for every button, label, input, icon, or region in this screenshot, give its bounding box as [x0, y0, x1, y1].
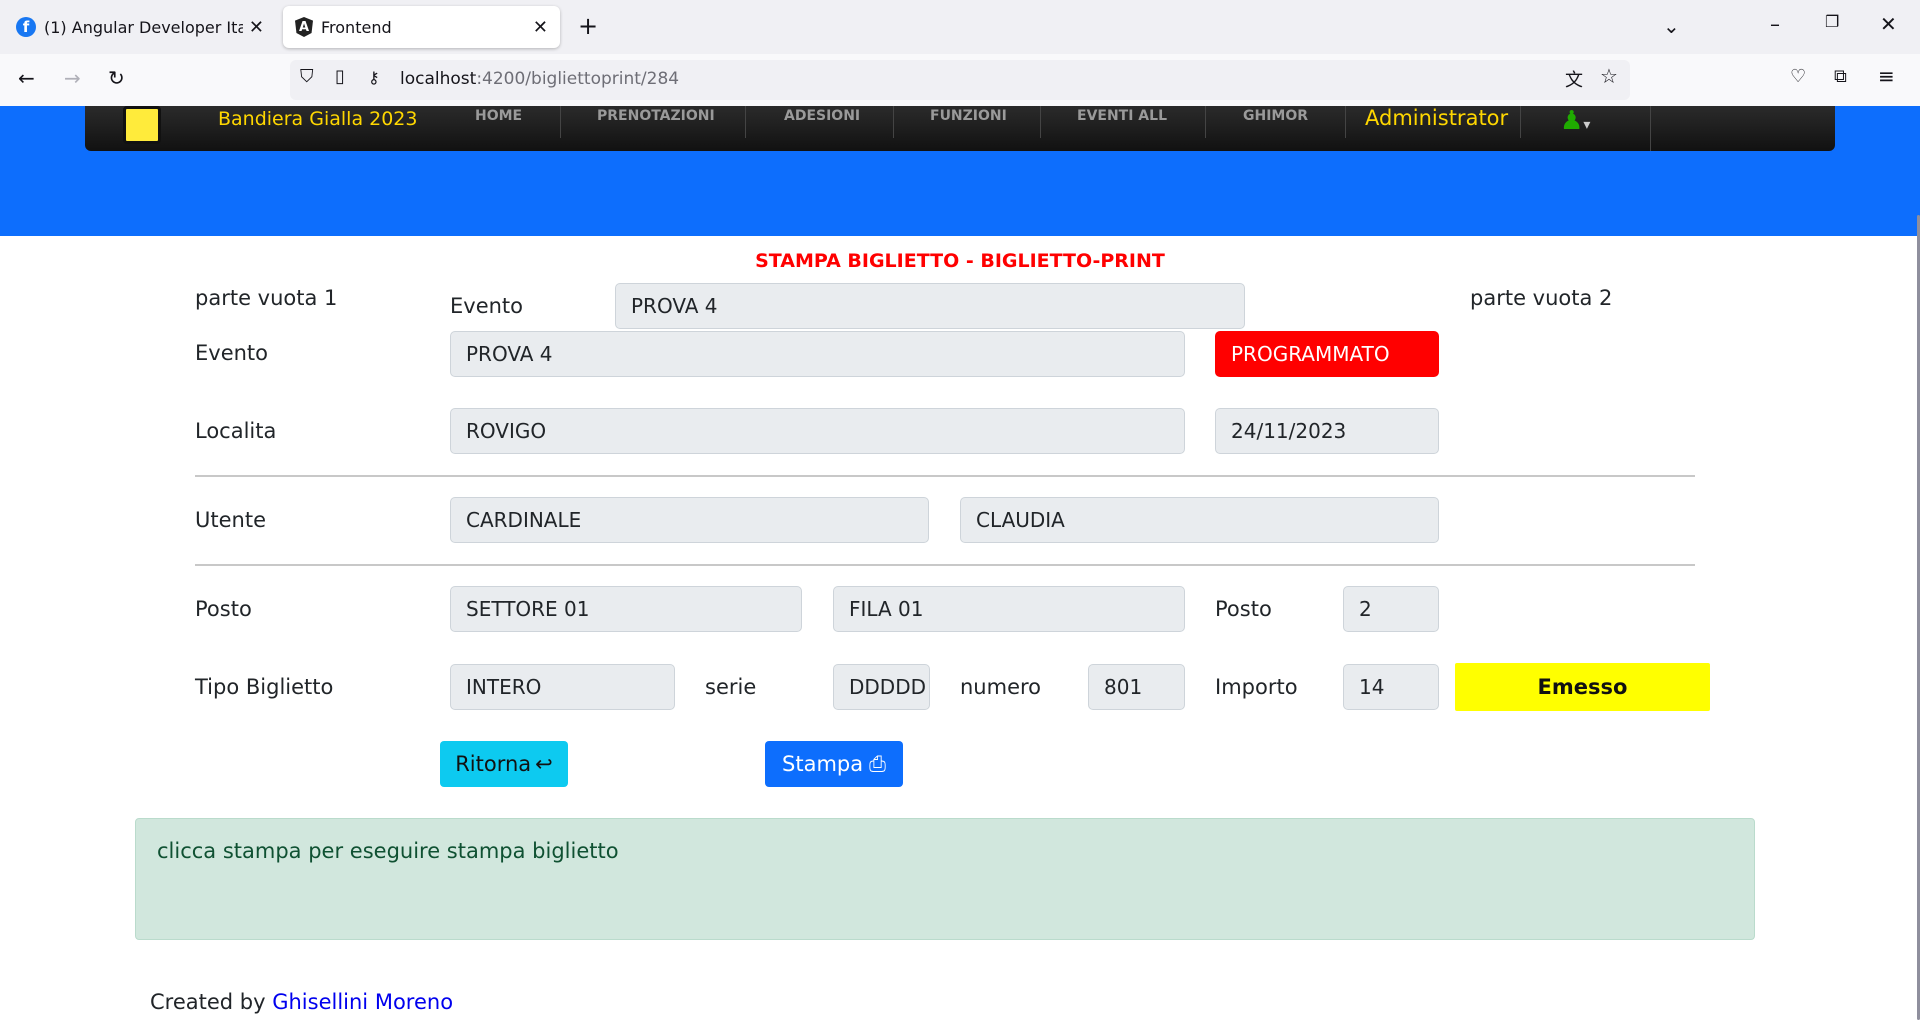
nav-separator: [560, 106, 561, 138]
evento-field[interactable]: PROVA 4: [450, 331, 1185, 377]
back-icon[interactable]: ←: [18, 66, 35, 90]
browser-nav-bar: ← → ↻ ⛉ ▯ ⚷ localhost:4200/bigliettoprin…: [0, 54, 1920, 107]
footer: Created by Ghisellini Moreno: [150, 990, 453, 1014]
url-host: localhost: [400, 69, 477, 89]
divider: [195, 475, 1695, 477]
facebook-icon: f: [16, 17, 36, 37]
date-field[interactable]: 24/11/2023: [1215, 408, 1439, 454]
fila-field[interactable]: FILA 01: [833, 586, 1185, 632]
ticket-status-badge: Emesso: [1455, 663, 1710, 711]
nav-separator: [1040, 106, 1041, 138]
reload-icon[interactable]: ↻: [108, 66, 125, 90]
key-icon[interactable]: ⚷: [368, 68, 380, 87]
page-icon[interactable]: ▯: [335, 66, 345, 87]
ritorna-button[interactable]: Ritorna ↩: [440, 741, 568, 787]
nav-prenotazioni[interactable]: PRENOTAZIONI: [597, 108, 715, 124]
importo-label: Importo: [1215, 675, 1298, 699]
divider: [195, 564, 1695, 566]
new-tab-icon[interactable]: +: [578, 12, 598, 40]
nav-separator: [745, 106, 746, 138]
evento-top-label: Evento: [450, 294, 524, 318]
numero-field[interactable]: 801: [1088, 664, 1185, 710]
utente-label: Utente: [195, 508, 266, 532]
tab-label: Frontend: [321, 17, 392, 37]
author-link[interactable]: Ghisellini Moreno: [272, 990, 453, 1014]
event-status-badge: PROGRAMMATO: [1215, 331, 1439, 377]
window-close-icon[interactable]: ✕: [1880, 12, 1897, 36]
tipo-biglietto-label: Tipo Biglietto: [195, 675, 334, 699]
info-alert: clicca stampa per eseguire stampa biglie…: [135, 818, 1755, 940]
serie-label: serie: [705, 675, 757, 699]
evento-label: Evento: [195, 341, 269, 365]
angular-icon: A: [295, 17, 313, 37]
print-icon: ⎙: [869, 751, 886, 776]
forward-icon[interactable]: →: [64, 66, 81, 90]
nav-separator: [1345, 106, 1346, 138]
url-text[interactable]: localhost:4200/bigliettoprint/284: [400, 69, 679, 89]
app-brand[interactable]: Bandiera Gialla 2023: [218, 108, 417, 130]
localita-field[interactable]: ROVIGO: [450, 408, 1185, 454]
stampa-label: Stampa: [782, 752, 864, 776]
pocket-icon[interactable]: ♡: [1790, 66, 1806, 87]
tab-facebook[interactable]: f (1) Angular Developer Italiani | ✕: [4, 6, 276, 48]
page-title: STAMPA BIGLIETTO - BIGLIETTO-PRINT: [755, 250, 1165, 272]
stampa-button[interactable]: Stampa ⎙: [765, 741, 903, 787]
nome-field[interactable]: CLAUDIA: [960, 497, 1439, 543]
nav-eventi-all[interactable]: EVENTI ALL: [1077, 108, 1167, 124]
evento-top-field[interactable]: PROVA 4: [615, 283, 1245, 329]
posto-label: Posto: [195, 597, 252, 621]
footer-prefix: Created by: [150, 990, 273, 1014]
tab-label: (1) Angular Developer Italiani |: [44, 17, 243, 37]
menu-icon[interactable]: ≡: [1878, 64, 1895, 88]
nav-ghimor[interactable]: GHIMOR: [1243, 108, 1308, 124]
localita-label: Localita: [195, 419, 277, 443]
nav-adesioni[interactable]: ADESIONI: [784, 108, 860, 124]
nav-separator: [1520, 106, 1521, 138]
bookmark-star-icon[interactable]: ☆: [1600, 64, 1618, 88]
posto-field[interactable]: 2: [1343, 586, 1439, 632]
restore-icon[interactable]: ❐: [1825, 12, 1839, 31]
nav-funzioni[interactable]: FUNZIONI: [930, 108, 1007, 124]
app-navbar: Bandiera Gialla 2023 HOME PRENOTAZIONI A…: [85, 106, 1835, 151]
nav-home[interactable]: HOME: [475, 108, 522, 124]
close-tab-icon[interactable]: ✕: [533, 17, 548, 38]
user-role: Administrator: [1365, 106, 1509, 130]
posto-number-label: Posto: [1215, 597, 1272, 621]
app-logo[interactable]: [123, 106, 161, 144]
tipo-biglietto-field[interactable]: INTERO: [450, 664, 675, 710]
browser-tab-bar: f (1) Angular Developer Italiani | ✕ A F…: [0, 0, 1920, 54]
close-tab-icon[interactable]: ✕: [249, 17, 264, 38]
nav-separator: [1205, 106, 1206, 138]
tab-frontend[interactable]: A Frontend ✕: [283, 6, 560, 48]
minimize-icon[interactable]: –: [1770, 12, 1780, 36]
empty-section-left: parte vuota 1: [195, 286, 338, 310]
cognome-field[interactable]: CARDINALE: [450, 497, 929, 543]
serie-field[interactable]: DDDDD: [833, 664, 930, 710]
nav-separator: [893, 106, 894, 138]
extensions-icon[interactable]: ⧉: [1834, 66, 1847, 87]
url-path: :4200/bigliettoprint/284: [476, 69, 680, 89]
shield-icon[interactable]: ⛉: [300, 66, 314, 87]
reply-icon: ↩: [535, 752, 553, 776]
empty-section-right: parte vuota 2: [1470, 286, 1613, 310]
user-check-icon[interactable]: ♟▾: [1560, 106, 1590, 136]
translate-icon[interactable]: 文: [1565, 66, 1583, 92]
importo-field[interactable]: 14: [1343, 664, 1439, 710]
nav-separator: [1650, 106, 1651, 151]
numero-label: numero: [960, 675, 1042, 699]
ritorna-label: Ritorna: [455, 752, 532, 776]
list-tabs-icon[interactable]: ⌄: [1663, 14, 1680, 38]
settore-field[interactable]: SETTORE 01: [450, 586, 802, 632]
